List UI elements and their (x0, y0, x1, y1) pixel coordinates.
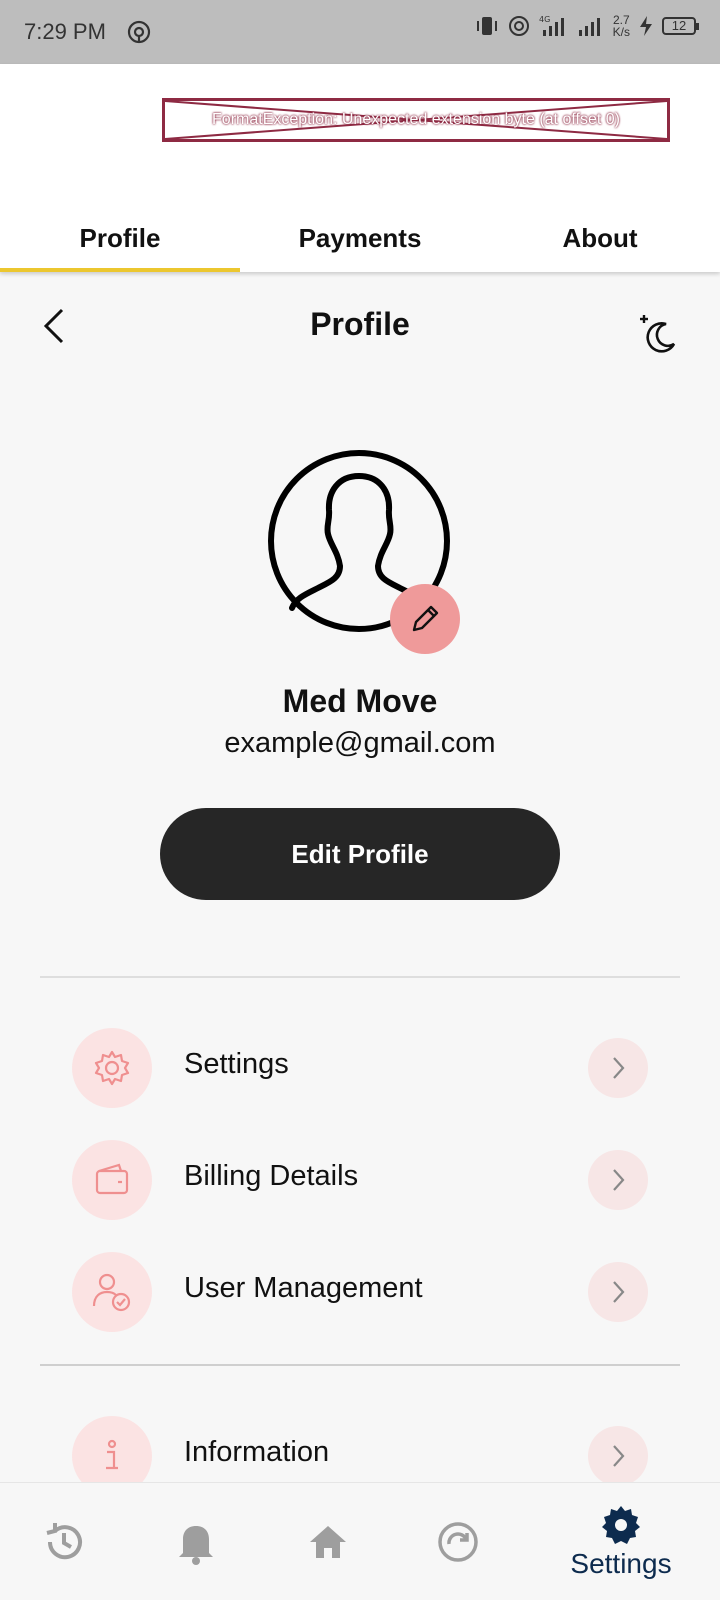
chevron-right-icon[interactable] (588, 1038, 648, 1098)
tab-bar: Profile Payments About (0, 204, 720, 272)
nav-home[interactable] (296, 1483, 360, 1600)
divider (40, 976, 680, 978)
user-check-icon (72, 1252, 152, 1332)
battery-icon: 12 (662, 17, 699, 35)
nav-history[interactable] (32, 1483, 96, 1600)
divider (40, 1364, 680, 1366)
charging-icon (640, 16, 652, 36)
chevron-right-icon[interactable] (588, 1426, 648, 1486)
user-email: example@gmail.com (224, 727, 496, 759)
chevron-right-icon[interactable] (588, 1262, 648, 1322)
pencil-icon (412, 605, 439, 632)
menu-label-settings: Settings (184, 1048, 289, 1080)
settings-icon (602, 1506, 640, 1544)
home-icon (310, 1526, 346, 1558)
net-speed: 2.7 K/s (612, 13, 630, 39)
refresh-icon (438, 1522, 478, 1562)
moon-icon[interactable] (636, 310, 680, 354)
menu-item-settings[interactable]: Settings (0, 1026, 720, 1108)
title-bar: Profile (0, 290, 720, 366)
gear-icon (72, 1028, 152, 1108)
hotspot-icon (127, 20, 151, 44)
status-time: 7:29 PM (24, 19, 106, 44)
nav-notifications[interactable] (164, 1483, 228, 1600)
page-title: Profile (310, 306, 410, 342)
cell-signal-icon (578, 18, 600, 36)
nav-refresh[interactable] (426, 1483, 490, 1600)
menu-label-billing: Billing Details (184, 1160, 359, 1192)
menu-item-billing[interactable]: Billing Details (0, 1138, 720, 1220)
hotspot-signal-icon (508, 16, 529, 36)
bell-icon (179, 1526, 213, 1565)
cell-signal-4g-icon: 4G (539, 15, 564, 36)
status-icons: 4G 2.7 K/s 12 (475, 13, 699, 39)
tab-about[interactable]: About (480, 204, 720, 272)
tab-payments[interactable]: Payments (240, 204, 480, 272)
error-banner: FormatException: Unexpected extension by… (162, 98, 670, 142)
nav-settings-label: Settings (570, 1548, 672, 1579)
menu-item-user-management[interactable]: User Management (0, 1250, 720, 1332)
svg-text:4G: 4G (539, 15, 550, 24)
app-header: FormatException: Unexpected extension by… (0, 64, 720, 272)
menu-label-information: Information (184, 1436, 330, 1468)
user-name: Med Move (282, 683, 438, 719)
edit-profile-button[interactable]: Edit Profile (160, 808, 560, 900)
history-icon (46, 1523, 82, 1560)
tab-profile[interactable]: Profile (0, 204, 240, 272)
bottom-nav: Settings (0, 1482, 720, 1600)
edit-avatar-button[interactable] (390, 584, 460, 654)
status-bar: 7:29 PM 4G 2.7 K/s 12 (0, 0, 720, 64)
chevron-right-icon[interactable] (588, 1150, 648, 1210)
menu-label-user-management: User Management (184, 1272, 423, 1304)
vibrate-icon (476, 17, 497, 35)
nav-settings[interactable]: Settings (556, 1483, 686, 1600)
error-text: FormatException: Unexpected extension by… (212, 111, 620, 128)
wallet-icon (72, 1140, 152, 1220)
